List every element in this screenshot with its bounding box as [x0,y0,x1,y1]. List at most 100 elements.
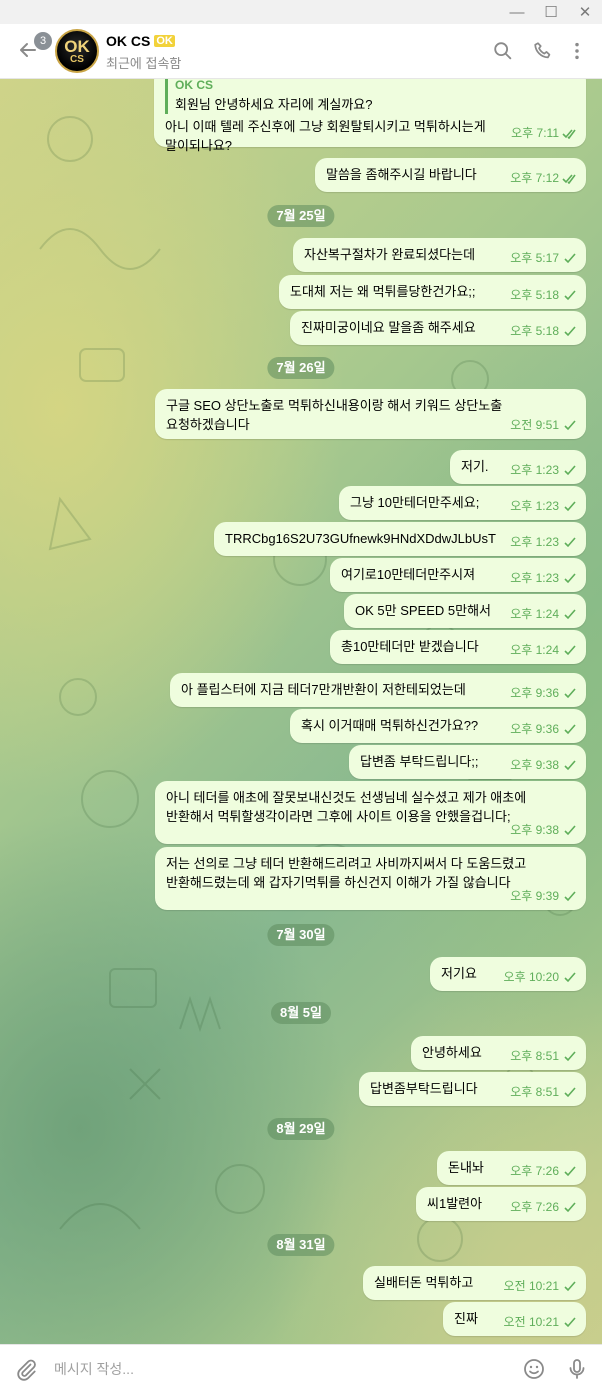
message-bubble[interactable]: 답변좀부탁드립니다 오후 8:51 [359,1072,586,1106]
message-meta: 오후 9:36 [510,720,578,739]
message-meta: 오후 1:23 [510,533,578,552]
message-time: 오후 5:17 [510,251,559,265]
message-input[interactable]: 메시지 작성... [54,1359,134,1379]
message-bubble[interactable]: 답변좀 부탁드립니다;; 오후 9:38 [349,745,586,779]
check-icon [564,972,576,983]
message-time: 오후 1:24 [510,643,559,657]
message-meta: 오전 10:21 [504,1313,578,1332]
message-time: 오후 8:51 [510,1049,559,1063]
window-titlebar: — ☐ ✕ [0,0,602,24]
message-meta: 오전 10:21 [504,1277,578,1296]
message-meta: 오후 5:17 [510,249,578,268]
minimize-button[interactable]: — [500,0,534,24]
message-bubble[interactable]: OK CS 회원님 안녕하세요 자리에 계실까요? 아니 이때 텔레 주신후에 … [154,79,586,153]
paperclip-icon[interactable] [14,1357,38,1381]
composer: 메시지 작성... [0,1344,602,1393]
message-bubble[interactable]: 진짜미궁이네요 말을좀 해주세요 오후 5:18 [290,311,586,345]
check-icon [564,1166,576,1177]
message-meta: 오후 9:38 [510,821,578,840]
date-separator: 8월 5일 [271,1002,331,1024]
check-icon [564,573,576,584]
chat-history[interactable]: OK CS 회원님 안녕하세요 자리에 계실까요? 아니 이때 텔레 주신후에 … [0,79,602,1344]
maximize-button[interactable]: ☐ [534,0,568,24]
message-meta: 오후 5:18 [510,322,578,341]
message-bubble[interactable]: 혹시 이거때매 먹튀하신건가요?? 오후 9:36 [290,709,586,743]
message-bubble[interactable]: 저는 선의로 그냥 테더 반환해드리려고 사비까지써서 다 도움드렸고 반환해드… [155,847,586,910]
message-time: 오후 8:51 [510,1085,559,1099]
check-icon [564,1281,576,1292]
message-time: 오후 9:36 [510,686,559,700]
date-separator: 8월 31일 [267,1234,335,1256]
message-meta: 오후 7:11 [511,124,578,143]
message-meta: 오후 7:26 [510,1162,578,1181]
phone-icon[interactable] [532,40,554,62]
message-bubble[interactable]: 그냥 10만테더만주세요; 오후 1:23 [339,486,586,520]
message-meta: 오후 7:12 [510,169,578,188]
message-bubble[interactable]: 돈내놔 오후 7:26 [437,1151,586,1185]
message-time: 오후 7:26 [510,1200,559,1214]
message-time: 오후 10:20 [503,970,559,984]
message-meta: 오후 1:23 [510,461,578,480]
message-meta: 오후 8:51 [510,1047,578,1066]
message-bubble[interactable]: 씨1발련아 오후 7:26 [416,1187,586,1221]
reply-quote[interactable]: OK CS 회원님 안녕하세요 자리에 계실까요? [165,79,576,114]
double-check-icon [562,174,576,184]
message-bubble[interactable]: 아니 테더를 애초에 잘못보내신것도 선생님네 실수셨고 제가 애초에 반환해서… [155,781,586,844]
title-tag: OK [154,35,175,47]
check-icon [564,1317,576,1328]
message-bubble[interactable]: 말씀을 좀해주시길 바랍니다 오후 7:12 [315,158,586,192]
message-bubble[interactable]: 구글 SEO 상단노출로 먹튀하신내용이랑 해서 키워드 상단노출 요청하겠습니… [155,389,586,439]
message-time: 오후 9:39 [510,889,559,903]
date-separator: 7월 26일 [267,357,335,379]
check-icon [564,645,576,656]
more-vertical-icon[interactable] [566,40,588,62]
date-separator: 7월 30일 [267,924,335,946]
message-meta: 오후 5:18 [510,286,578,305]
message-time: 오전 10:21 [503,1279,559,1293]
check-icon [564,465,576,476]
check-icon [564,760,576,771]
message-time: 오후 9:36 [510,722,559,736]
message-bubble[interactable]: 저기. 오후 1:23 [450,450,586,484]
check-icon [564,825,576,836]
check-icon [564,1087,576,1098]
message-meta: 오후 1:23 [510,497,578,516]
check-icon [564,253,576,264]
message-meta: 오후 8:51 [510,1083,578,1102]
message-bubble[interactable]: 도대체 저는 왜 먹튀를당한건가요;; 오후 5:18 [279,275,586,309]
message-bubble[interactable]: 총10만테더만 받겠습니다 오후 1:24 [330,630,586,664]
message-meta: 오후 1:24 [510,605,578,624]
message-meta: 오후 7:26 [510,1198,578,1217]
message-time: 오후 5:18 [510,288,559,302]
message-bubble[interactable]: 아 플립스터에 지금 테더7만개반환이 저한테되었는데 오후 9:36 [170,673,586,707]
microphone-icon[interactable] [565,1357,589,1381]
date-separator: 8월 29일 [267,1118,335,1140]
close-button[interactable]: ✕ [568,0,602,24]
message-bubble[interactable]: 여기로10만테더만주시져 오후 1:23 [330,558,586,592]
message-bubble[interactable]: 실배터돈 먹튀하고 오전 10:21 [363,1266,586,1300]
check-icon [564,724,576,735]
check-icon [564,1202,576,1213]
message-meta: 오후 9:36 [510,684,578,703]
message-bubble[interactable]: 저기요 오후 10:20 [430,957,586,991]
search-icon[interactable] [492,40,514,62]
smile-icon[interactable] [522,1357,546,1381]
quote-text: 회원님 안녕하세요 자리에 계실까요? [175,97,373,112]
avatar[interactable]: OK CS [55,29,99,73]
message-bubble[interactable]: 안녕하세요 오후 8:51 [411,1036,586,1070]
message-meta: 오후 1:24 [510,641,578,660]
message-bubble[interactable]: 자산복구절차가 완료되셨다는데 오후 5:17 [293,238,586,272]
check-icon [564,290,576,301]
date-separator: 7월 25일 [267,205,335,227]
message-bubble[interactable]: OK 5만 SPEED 5만해서 오후 1:24 [344,594,586,628]
check-icon [564,688,576,699]
message-time: 오후 1:23 [510,499,559,513]
check-icon [564,420,576,431]
message-time: 오후 7:11 [511,126,559,140]
message-bubble[interactable]: 진짜 오전 10:21 [443,1302,586,1336]
message-bubble[interactable]: TRRCbg16S2U73GUfnewk9HNdXDdwJLbUsT 오후 1:… [214,522,586,556]
avatar-text: OK [64,36,90,56]
avatar-sub: CS [70,53,84,65]
message-time: 오후 7:12 [510,171,559,185]
chat-title[interactable]: OK CS OK [106,33,175,49]
